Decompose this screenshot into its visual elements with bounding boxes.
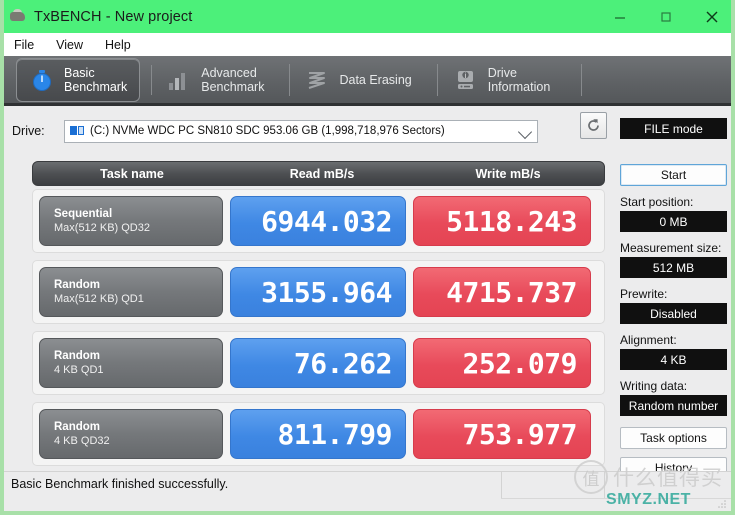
task-line1: Random: [54, 350, 100, 362]
tab-label-line2: Benchmark: [64, 79, 128, 94]
menu-item-view[interactable]: View: [56, 38, 83, 52]
status-message: Basic Benchmark finished successfully.: [11, 477, 229, 491]
start-position-label: Start position:: [620, 195, 694, 209]
title-bar: TxBENCH - New project: [4, 0, 731, 33]
task-line2: Max(512 KB) QD32: [54, 222, 150, 234]
task-line2: 4 KB QD1: [54, 364, 104, 376]
menu-item-file[interactable]: File: [14, 38, 34, 52]
tab-label-line2: Benchmark: [201, 79, 265, 94]
column-header-read: Read mB/s: [289, 166, 355, 181]
tab-advanced-benchmark[interactable]: Advanced Benchmark: [154, 58, 291, 102]
start-position-value[interactable]: 0 MB: [620, 211, 727, 232]
tab-drive-information[interactable]: i Drive Information: [441, 58, 583, 102]
status-divider: [501, 472, 502, 498]
settings-panel: FILE mode Start Start position: 0 MB Mea…: [616, 109, 731, 479]
write-value: 5118.243: [413, 196, 591, 246]
stopwatch-icon: [29, 67, 55, 93]
read-value: 811.799: [230, 409, 406, 459]
drive-row: Drive: (C:) NVMe WDC PC SN810 SDC 953.06…: [12, 117, 607, 145]
writing-data-label: Writing data:: [620, 379, 688, 393]
shredder-icon: [304, 67, 330, 93]
tab-basic-benchmark[interactable]: Basic Benchmark: [16, 57, 153, 102]
table-header: Task name Read mB/s Write mB/s: [32, 161, 605, 186]
menu-item-help[interactable]: Help: [105, 38, 131, 52]
drive-select[interactable]: (C:) NVMe WDC PC SN810 SDC 953.06 GB (1,…: [64, 119, 538, 143]
app-icon: [9, 8, 26, 25]
app-window: TxBENCH - New project File View Help Bas…: [0, 0, 735, 515]
tab-label-line2: Information: [487, 79, 551, 94]
tab-drive-information-label: Drive Information: [488, 66, 551, 94]
task-line1: Sequential: [54, 208, 113, 220]
table-row: Random 4 KB QD1 76.262 252.079: [32, 331, 605, 395]
tab-label-line1: Drive: [487, 65, 517, 80]
read-value: 76.262: [230, 338, 406, 388]
drive-label: Drive:: [12, 124, 45, 138]
window-controls: [597, 0, 731, 33]
menu-bar: File View Help: [4, 33, 731, 56]
task-line2: 4 KB QD32: [54, 435, 110, 447]
table-row: Sequential Max(512 KB) QD32 6944.032 511…: [32, 189, 605, 253]
task-line2: Max(512 KB) QD1: [54, 293, 144, 305]
task-line1: Random: [54, 421, 100, 433]
tab-basic-benchmark-label: Basic Benchmark: [64, 66, 127, 94]
tab-label-line1: Basic: [64, 65, 95, 80]
column-header-task-name: Task name: [100, 166, 164, 181]
alignment-value[interactable]: 4 KB: [620, 349, 727, 370]
write-value: 252.079: [413, 338, 591, 388]
table-row: Random 4 KB QD32 811.799 753.977: [32, 402, 605, 466]
svg-text:i: i: [464, 72, 466, 80]
tab-data-erasing[interactable]: Data Erasing: [292, 58, 438, 102]
drive-info-icon: i: [453, 67, 479, 93]
read-value: 3155.964: [230, 267, 406, 317]
close-icon[interactable]: [689, 0, 731, 33]
write-value: 753.977: [413, 409, 591, 459]
maximize-icon[interactable]: [643, 0, 689, 33]
refresh-drive-button[interactable]: [580, 112, 607, 139]
read-value: 6944.032: [230, 196, 406, 246]
status-underline: [501, 498, 731, 499]
chevron-down-icon: [517, 124, 533, 139]
minimize-icon[interactable]: [597, 0, 643, 33]
task-line1: Random: [54, 279, 100, 291]
writing-data-value[interactable]: Random number: [620, 395, 727, 416]
task-options-button[interactable]: Task options: [620, 427, 727, 449]
window-title: TxBENCH - New project: [34, 8, 193, 25]
tab-label-line1: Data Erasing: [339, 72, 412, 87]
status-bar: Basic Benchmark finished successfully.: [4, 471, 731, 511]
task-name-cell: Random 4 KB QD32: [39, 409, 223, 459]
measurement-size-label: Measurement size:: [620, 241, 722, 255]
task-name-cell: Random Max(512 KB) QD1: [39, 267, 223, 317]
resize-grip[interactable]: [716, 497, 728, 509]
prewrite-value[interactable]: Disabled: [620, 303, 727, 324]
start-button[interactable]: Start: [620, 164, 727, 186]
column-header-write: Write mB/s: [475, 166, 541, 181]
refresh-icon: [588, 119, 599, 131]
file-mode-button[interactable]: FILE mode: [620, 118, 727, 139]
disk-icon: [70, 125, 85, 137]
tab-advanced-benchmark-label: Advanced Benchmark: [201, 66, 264, 94]
tab-strip: Basic Benchmark Advanced Benchmark Data …: [4, 56, 731, 106]
write-value: 4715.737: [413, 267, 591, 317]
tab-data-erasing-label: Data Erasing: [339, 73, 411, 87]
results-table: Sequential Max(512 KB) QD32 6944.032 511…: [32, 189, 605, 473]
tab-label-line1: Advanced: [201, 65, 257, 80]
status-divider: [604, 472, 605, 498]
prewrite-label: Prewrite:: [620, 287, 668, 301]
drive-select-value: (C:) NVMe WDC PC SN810 SDC 953.06 GB (1,…: [90, 125, 445, 137]
task-name-cell: Sequential Max(512 KB) QD32: [39, 196, 223, 246]
table-row: Random Max(512 KB) QD1 3155.964 4715.737: [32, 260, 605, 324]
bar-chart-icon: [166, 67, 192, 93]
task-name-cell: Random 4 KB QD1: [39, 338, 223, 388]
alignment-label: Alignment:: [620, 333, 677, 347]
measurement-size-value[interactable]: 512 MB: [620, 257, 727, 278]
